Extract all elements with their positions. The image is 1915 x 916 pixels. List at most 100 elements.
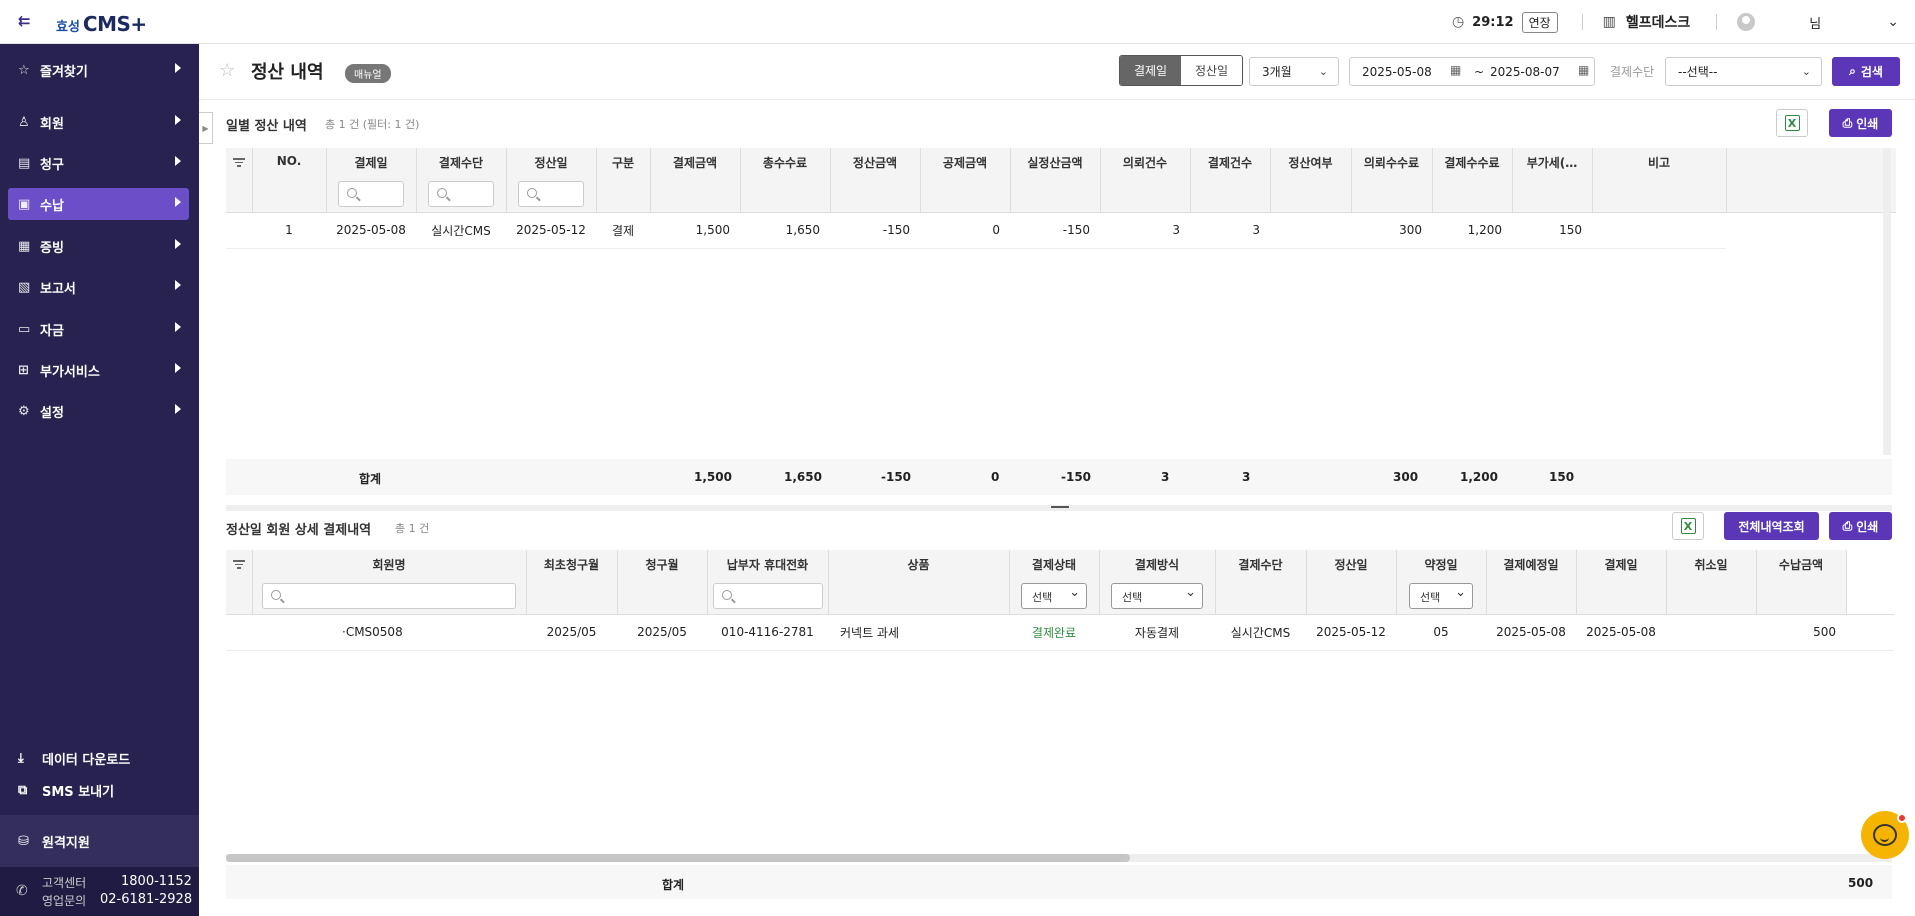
chevron-down-icon[interactable]: ⌄ xyxy=(1887,14,1899,30)
horizontal-scrollbar[interactable] xyxy=(226,854,1892,862)
extend-session-button[interactable]: 연장 xyxy=(1521,11,1558,33)
column-header[interactable]: 회원명 xyxy=(252,550,527,615)
remote-support[interactable]: ⛁ 원격지원 xyxy=(0,815,199,867)
column-header[interactable]: 결제방식 선택 xyxy=(1099,550,1216,615)
date-type-payment[interactable]: 결제일 xyxy=(1120,56,1181,85)
column-header[interactable]: 청구월 xyxy=(617,550,708,615)
pane-splitter[interactable] xyxy=(226,505,1892,511)
manual-button[interactable]: 매뉴얼 xyxy=(345,64,391,83)
column-header[interactable]: NO. xyxy=(252,148,327,213)
sidebar-item-member[interactable]: ♙ 회원 xyxy=(8,106,189,138)
column-header[interactable]: 정산일 xyxy=(1306,550,1397,615)
column-header[interactable]: 결제수수료 xyxy=(1432,148,1513,213)
date-type-settlement[interactable]: 정산일 xyxy=(1181,56,1242,85)
sidebar-item-report[interactable]: ▧ 보고서 xyxy=(8,271,189,303)
column-header[interactable]: 결제수단 xyxy=(416,148,507,213)
column-header[interactable]: 최초청구월 xyxy=(526,550,618,615)
column-filter-toggle[interactable] xyxy=(226,550,253,615)
table-cell: 커넥트 과세 xyxy=(828,614,1009,651)
sidebar-item-favorites[interactable]: ☆ 즐겨찾기 xyxy=(8,54,189,86)
report-icon: ▧ xyxy=(18,279,31,295)
title-bar: ☆ 정산 내역 매뉴얼 결제일 정산일 3개월 ⌄ 2025-05-08 ▦ ~ … xyxy=(199,44,1915,100)
column-header[interactable]: 취소일 xyxy=(1666,550,1757,615)
period-select[interactable]: 3개월 ⌄ xyxy=(1249,57,1339,86)
sidebar-item-settings[interactable]: ⚙ 설정 xyxy=(8,395,189,427)
column-header[interactable]: 약정일 선택 xyxy=(1396,550,1487,615)
table-cell xyxy=(1592,212,1726,249)
table-row[interactable]: ·CMS0508 2025/05 2025/05 010-4116-2781 커… xyxy=(226,614,1894,651)
date-to-input[interactable]: 2025-08-07 xyxy=(1490,65,1560,79)
summary-value: -150 xyxy=(1061,470,1092,484)
column-header[interactable]: 실정산금액 xyxy=(1010,148,1101,213)
vertical-scrollbar[interactable] xyxy=(1883,148,1891,455)
printer-icon: ⎙ xyxy=(1842,518,1853,533)
print-button[interactable]: ⎙ 인쇄 xyxy=(1829,512,1892,540)
column-header[interactable]: 총수수료 xyxy=(740,148,831,213)
chat-support-button[interactable] xyxy=(1861,811,1909,859)
daily-section-title: 일별 정산 내역 xyxy=(226,119,307,134)
filter-select[interactable]: 선택 xyxy=(1111,583,1203,609)
column-header[interactable]: 결제예정일 xyxy=(1486,550,1577,615)
row-spacer xyxy=(226,614,252,651)
excel-download-button[interactable]: X xyxy=(1776,109,1808,137)
helpdesk-link[interactable]: 헬프데스크 xyxy=(1626,12,1690,32)
sms-send-link[interactable]: ⧉ SMS 보내기 xyxy=(18,781,114,800)
table-cell: 500 xyxy=(1756,614,1846,651)
column-header[interactable]: 상품 xyxy=(828,550,1010,615)
filter-select[interactable]: 선택 xyxy=(1409,583,1473,609)
filter-input[interactable] xyxy=(338,181,404,207)
sidebar-item-billing[interactable]: ▤ 청구 xyxy=(8,147,189,179)
calendar-icon[interactable]: ▦ xyxy=(1450,63,1461,77)
column-label: 납부자 휴대전화 xyxy=(726,558,809,572)
column-header[interactable]: 정산금액 xyxy=(830,148,921,213)
collapse-sidebar-icon[interactable]: ⇇ xyxy=(18,12,31,30)
calendar-icon[interactable]: ▦ xyxy=(1578,63,1589,77)
table-cell[interactable]: 3 xyxy=(1100,212,1190,249)
date-type-toggle: 결제일 정산일 xyxy=(1119,55,1243,86)
avatar[interactable] xyxy=(1737,13,1756,31)
column-header[interactable]: 정산일 xyxy=(506,148,597,213)
column-header[interactable]: 결제건수 xyxy=(1190,148,1271,213)
excel-download-button[interactable]: X xyxy=(1672,512,1704,540)
filter-input[interactable] xyxy=(262,583,516,609)
sidebar-item-evidence[interactable]: ▦ 증빙 xyxy=(8,230,189,262)
print-button[interactable]: ⎙ 인쇄 xyxy=(1829,109,1892,137)
filter-input[interactable] xyxy=(428,181,494,207)
chevron-right-icon xyxy=(175,280,181,290)
data-download-link[interactable]: ⤓ 데이터 다운로드 xyxy=(18,749,130,768)
column-header[interactable]: 비고 xyxy=(1592,148,1727,213)
column-header[interactable]: 의뢰건수 xyxy=(1100,148,1191,213)
column-header[interactable]: 공제금액 xyxy=(920,148,1011,213)
search-button[interactable]: ⌕ 검색 xyxy=(1832,57,1900,86)
column-header[interactable]: 구분 xyxy=(596,148,651,213)
column-filter-toggle[interactable] xyxy=(226,148,253,213)
printer-icon: ⎙ xyxy=(1842,115,1853,130)
column-header[interactable]: 결제상태 선택 xyxy=(1009,550,1100,615)
payment-method-select[interactable]: --선택-- ⌄ xyxy=(1665,57,1822,86)
panel-toggle-icon[interactable]: ▶ xyxy=(199,112,213,144)
filter-input[interactable] xyxy=(712,583,823,609)
all-history-button[interactable]: 전체내역조회 xyxy=(1724,512,1819,540)
logo[interactable]: 효성 CMS+ xyxy=(56,12,147,36)
column-header[interactable]: 부가세(… xyxy=(1512,148,1593,213)
column-header[interactable]: 결제수단 xyxy=(1215,550,1307,615)
table-cell: -150 xyxy=(830,212,920,249)
favorite-star-icon[interactable]: ☆ xyxy=(219,60,235,81)
column-header[interactable]: 결제금액 xyxy=(650,148,741,213)
column-header[interactable]: 납부자 휴대전화 xyxy=(707,550,829,615)
filter-input[interactable] xyxy=(518,181,584,207)
book-icon: ▥ xyxy=(1602,14,1616,30)
column-header[interactable]: 수납금액 xyxy=(1756,550,1847,615)
date-from-input[interactable]: 2025-05-08 xyxy=(1362,65,1432,79)
sidebar-item-addon[interactable]: ⊞ 부가서비스 xyxy=(8,354,189,386)
logo-prefix: 효성 xyxy=(56,20,80,35)
filter-select[interactable]: 선택 xyxy=(1021,583,1087,609)
sidebar-item-funds[interactable]: ▭ 자금 xyxy=(8,313,189,345)
sidebar-item-receipt[interactable]: ▣ 수납 xyxy=(8,188,189,220)
column-header[interactable]: 정산여부 xyxy=(1270,148,1352,213)
column-header[interactable]: 의뢰수수료 xyxy=(1351,148,1433,213)
column-header[interactable]: 결제일 xyxy=(326,148,417,213)
table-row[interactable]: 1 2025-05-08 실시간CMS 2025-05-12 결제 1,500 … xyxy=(226,212,1896,249)
column-header[interactable]: 결제일 xyxy=(1576,550,1667,615)
remote-icon: ⛁ xyxy=(18,834,29,849)
